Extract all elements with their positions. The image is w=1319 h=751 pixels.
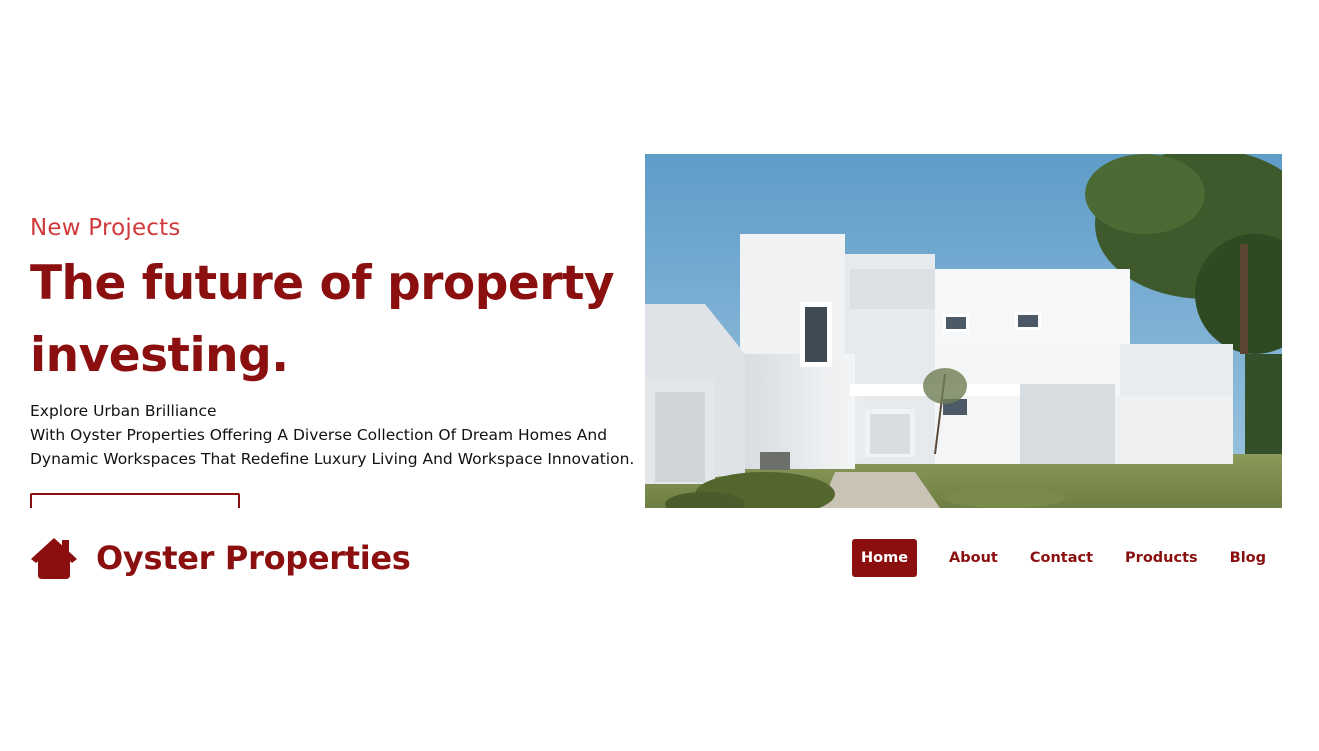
nav-item-home[interactable]: Home	[852, 539, 918, 577]
brand-name: Oyster Properties	[96, 539, 411, 577]
hero-description-line: Explore Urban Brilliance	[30, 402, 217, 420]
house-icon	[31, 538, 77, 579]
hero-eyebrow: New Projects	[30, 215, 181, 241]
hero-house-image	[645, 154, 1282, 508]
hero-section: New Projects The future of property inve…	[30, 212, 645, 471]
hero-cta-container	[30, 493, 240, 508]
hero-description-line: With Oyster Properties Offering A Divers…	[30, 426, 608, 444]
brand[interactable]: Oyster Properties	[30, 534, 411, 582]
hero-description: Explore Urban Brilliance With Oyster Pro…	[30, 399, 645, 471]
hero-cta-button[interactable]	[30, 493, 240, 508]
nav-item-contact[interactable]: Contact	[1030, 539, 1093, 577]
nav-item-about[interactable]: About	[949, 539, 998, 577]
hero-headline: The future of property investing.	[30, 256, 615, 383]
main-nav: Home About Contact Products Blog	[852, 539, 1266, 577]
nav-item-blog[interactable]: Blog	[1230, 539, 1266, 577]
nav-item-products[interactable]: Products	[1125, 539, 1198, 577]
hero-description-line: Dynamic Workspaces That Redefine Luxury …	[30, 450, 635, 468]
house-photo	[645, 154, 1282, 508]
